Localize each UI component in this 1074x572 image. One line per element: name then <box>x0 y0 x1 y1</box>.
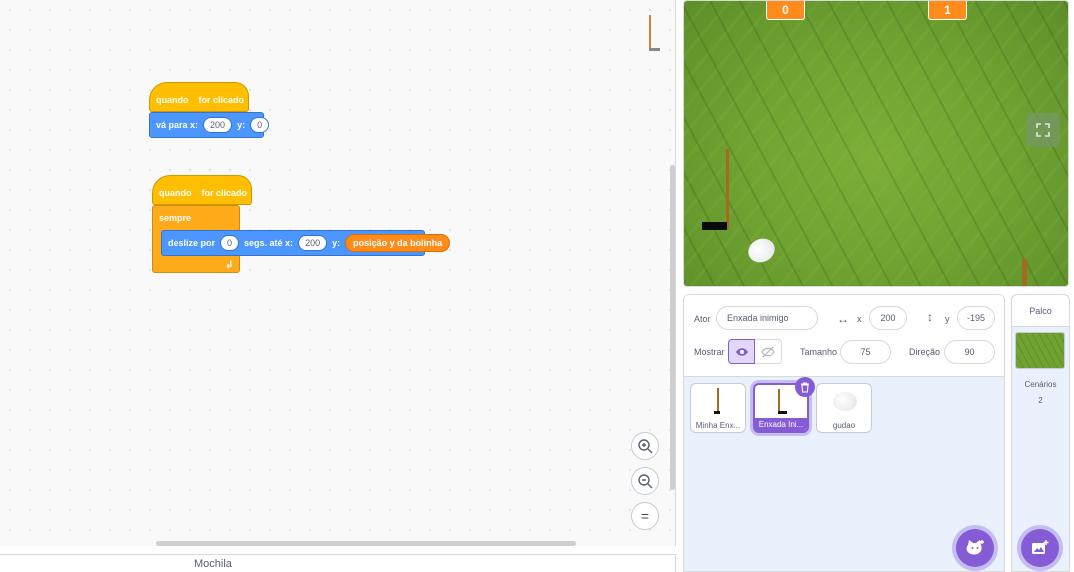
add-sprite-button[interactable] <box>956 529 994 567</box>
current-sprite-thumbnail <box>648 15 660 52</box>
x-label: x <box>857 314 862 324</box>
stage-selector-title: Palco <box>1012 295 1069 327</box>
image-plus-icon <box>1032 540 1049 554</box>
zoom-out-button[interactable] <box>631 467 659 495</box>
show-visible-toggle[interactable] <box>728 339 755 364</box>
add-backdrop-button[interactable] <box>1021 529 1059 567</box>
forever-label: sempre <box>159 213 192 223</box>
fullscreen-icon[interactable] <box>1026 113 1060 147</box>
horizontal-scrollbar[interactable] <box>156 541 576 546</box>
sprite-tile-name: Minha Enx... <box>695 421 741 430</box>
hat-prefix-label: quando <box>156 94 189 105</box>
glide-to-label: segs. até x: <box>244 238 294 248</box>
sprite-info-panel: Ator Enxada inimigo ↔ x 200 ↕ y -195 Mos… <box>684 295 1004 377</box>
backdrops-label: Cenários <box>1024 380 1057 389</box>
sprite-tile-player-hoe[interactable]: Minha Enx... <box>690 383 746 433</box>
glide-y-label: y: <box>332 238 341 248</box>
sprite-name-field[interactable]: Enxada inimigo <box>716 306 818 330</box>
show-hidden-toggle[interactable] <box>755 339 782 364</box>
expand-icon <box>1036 123 1050 137</box>
hat-suffix-label: for clicado <box>201 187 248 198</box>
sprite-tile-name: gudao <box>832 421 856 430</box>
equals-icon: = <box>640 508 650 524</box>
glide-secs-input[interactable]: 0 <box>220 235 240 251</box>
zoom-in-button[interactable] <box>631 432 659 460</box>
hat-prefix-label: quando <box>159 187 192 198</box>
backpack-bar[interactable]: Mochila <box>0 554 676 572</box>
glide-to-xy-block[interactable]: deslize por 0 segs. até x: 200 y: posiçã… <box>161 230 451 256</box>
vertical-scrollbar[interactable] <box>670 165 675 490</box>
ball-sprite[interactable] <box>744 234 779 267</box>
when-flag-clicked-block-2[interactable]: quando for clicado <box>152 175 252 205</box>
delete-sprite-button[interactable] <box>795 377 815 397</box>
score-monitor-left: 0 <box>766 1 805 20</box>
x-arrow-icon: ↔ <box>837 312 849 326</box>
y-position-reporter[interactable]: posição y da bolinha <box>345 234 451 252</box>
sprite-pane: Ator Enxada inimigo ↔ x 200 ↕ y -195 Mos… <box>683 294 1005 572</box>
zoom-reset-button[interactable]: = <box>631 502 659 530</box>
glide-x-input[interactable]: 200 <box>298 235 328 251</box>
y-label: y <box>945 314 950 324</box>
enemy-hoe-sprite[interactable] <box>1022 259 1027 286</box>
stage-thumbnail[interactable] <box>1015 332 1065 369</box>
eye-icon <box>735 347 748 356</box>
show-label: Mostrar <box>694 347 725 357</box>
cat-plus-icon <box>966 540 984 555</box>
hat-suffix-label: for clicado <box>198 94 245 105</box>
stage-canvas[interactable]: 0 1 <box>683 0 1069 287</box>
backdrops-count: 2 <box>1038 396 1043 405</box>
x-field[interactable]: 200 <box>869 306 907 330</box>
direction-label: Direção <box>909 347 941 357</box>
glide-label: deslize por <box>168 238 216 248</box>
sprite-tile-name: Enxada Ini... <box>755 418 807 431</box>
direction-field[interactable]: 90 <box>944 340 995 364</box>
backpack-label: Mochila <box>194 558 232 570</box>
code-area[interactable]: quando for clicado vá para x: 200 y: 0 q… <box>0 0 676 546</box>
trash-icon <box>801 381 809 393</box>
size-label: Tamanho <box>800 347 838 357</box>
sprite-tile-ball[interactable]: gudao <box>816 383 872 433</box>
sprite-name-label: Ator <box>694 314 711 324</box>
goto-y-input[interactable]: 0 <box>250 117 270 133</box>
size-field[interactable]: 75 <box>840 340 891 364</box>
player-hoe-sprite[interactable] <box>702 149 730 231</box>
y-field[interactable]: -195 <box>957 306 995 330</box>
stage-selector[interactable]: Palco Cenários 2 <box>1011 294 1070 572</box>
goto-label: vá para x: <box>156 120 199 130</box>
when-flag-clicked-block-1[interactable]: quando for clicado <box>149 82 249 112</box>
go-to-xy-block[interactable]: vá para x: 200 y: 0 <box>149 112 270 138</box>
score-monitor-right: 1 <box>928 1 967 20</box>
zoom-in-icon <box>638 439 653 454</box>
y-arrow-icon: ↕ <box>927 310 933 324</box>
eye-off-icon <box>761 346 775 357</box>
goto-y-label: y: <box>237 120 246 130</box>
zoom-out-icon <box>638 474 653 489</box>
loop-arrow-icon: ↲ <box>225 260 234 271</box>
goto-x-input[interactable]: 200 <box>203 117 233 133</box>
